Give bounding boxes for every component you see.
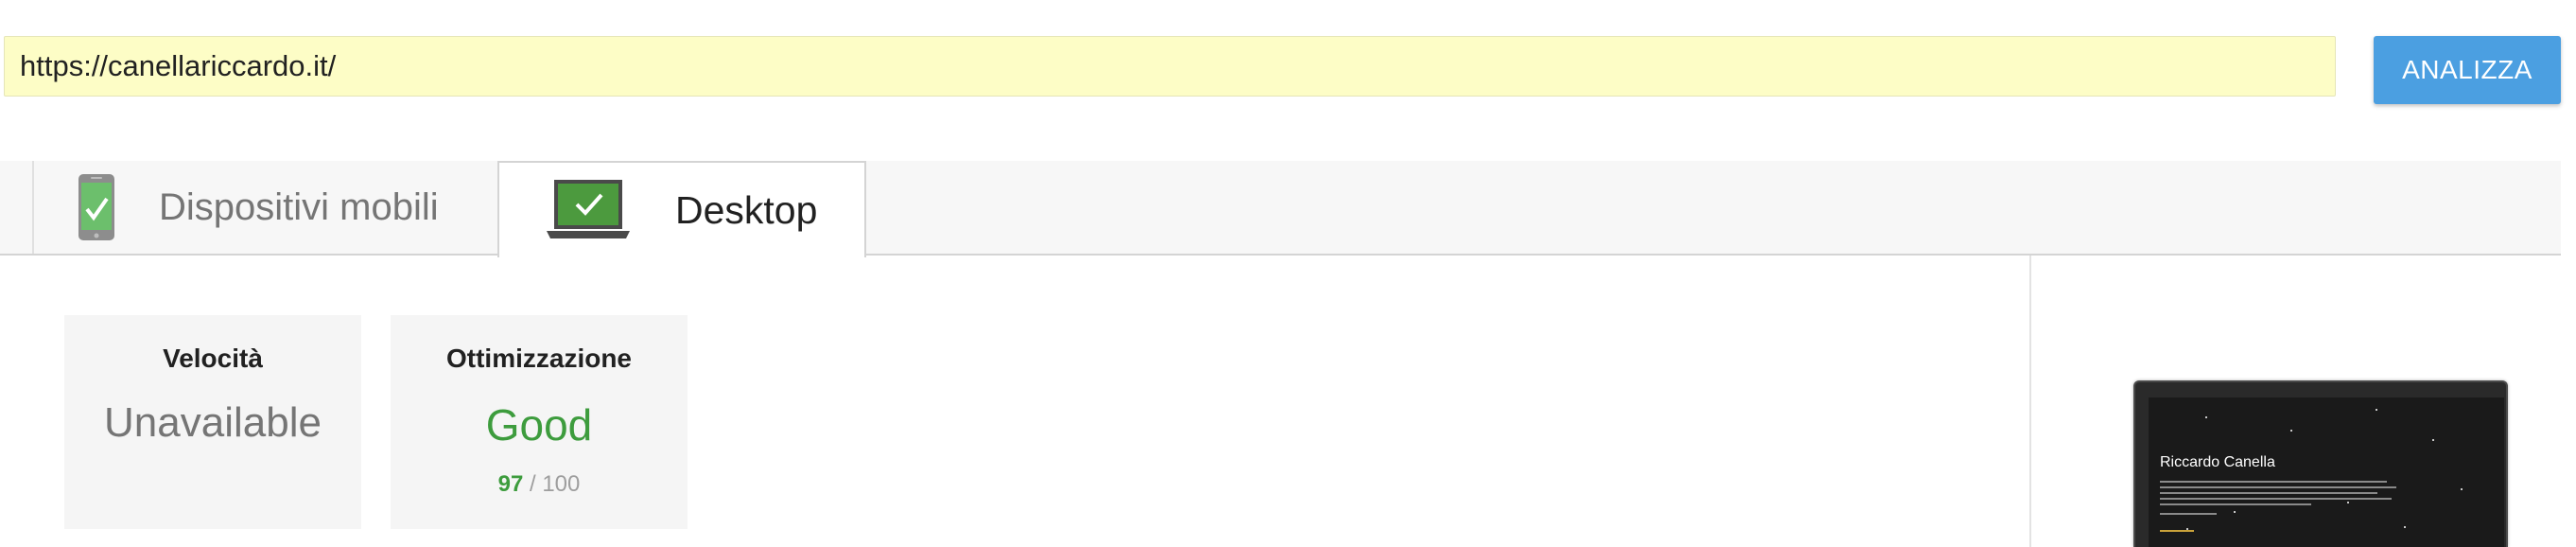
preview-site-title: Riccardo Canella (2160, 454, 2275, 470)
preview-screen: Riccardo Canella (2149, 397, 2504, 547)
panel-divider (2029, 256, 2031, 547)
speed-card: Velocità Unavailable (64, 315, 361, 529)
optimization-value: Good (485, 400, 593, 450)
device-tab-bar: Dispositivi mobili Desktop (0, 161, 2561, 257)
phone-check-icon (78, 174, 114, 240)
optimization-score: 97 / 100 (391, 471, 688, 498)
optimization-score-number: 97 (497, 471, 524, 497)
tab-desktop[interactable]: Desktop (497, 161, 866, 257)
optimization-score-total: / 100 (529, 471, 581, 497)
tab-mobile[interactable]: Dispositivi mobili (32, 161, 497, 254)
speed-value: Unavailable (104, 399, 322, 446)
tab-desktop-label: Desktop (675, 187, 818, 232)
analyze-button[interactable]: ANALIZZA (2374, 36, 2561, 104)
tab-mobile-label: Dispositivi mobili (159, 185, 439, 228)
optimization-card: Ottimizzazione Good 97 / 100 (391, 315, 688, 529)
url-input[interactable] (4, 36, 2336, 97)
laptop-check-icon (547, 180, 630, 238)
desktop-screenshot-preview: Riccardo Canella (2133, 380, 2508, 547)
optimization-title: Ottimizzazione (445, 344, 632, 373)
speed-title: Velocità (163, 344, 263, 373)
